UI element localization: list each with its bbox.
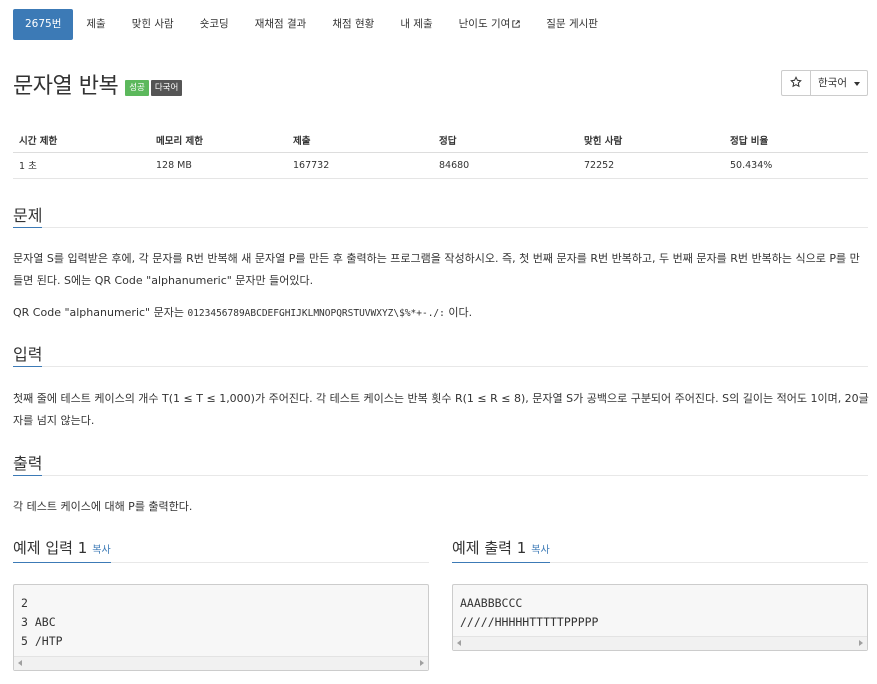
output-section-header: 출력	[13, 450, 868, 476]
scroll-right-icon[interactable]	[859, 640, 863, 646]
sample-output-block[interactable]: AAABBBCCC /////HHHHHTTTTTPPPPP	[452, 584, 868, 651]
accepted-value: 84680	[433, 152, 578, 179]
output-heading: 출력	[13, 450, 43, 476]
description-text: 문자열 S를 입력받은 후에, 각 문자를 R번 반복해 새 문자열 P를 만든…	[13, 252, 860, 287]
input-text: 첫째 줄에 테스트 케이스의 개수 T(1 ≤ T ≤ 1,000)가 주어진다…	[13, 392, 869, 427]
language-select-value: 한국어	[818, 77, 847, 89]
output-text: 각 테스트 케이스에 대해 P를 출력한다.	[13, 500, 193, 513]
external-link-icon	[512, 20, 520, 28]
sample-output-header: 예제 출력 1 복사	[452, 537, 868, 563]
code-line: 5 /HTP	[21, 634, 63, 648]
star-outline-icon	[790, 76, 802, 88]
sample-output-title: 예제 출력 1	[452, 539, 527, 557]
copy-sample-output-button[interactable]: 복사	[531, 545, 549, 556]
sample-input-heading: 예제 입력 1 복사	[13, 537, 111, 563]
scroll-left-icon[interactable]	[18, 660, 22, 666]
tab-submit[interactable]: 제출	[73, 9, 118, 40]
solved-users-value: 72252	[578, 152, 724, 179]
header-submissions: 제출	[287, 128, 433, 153]
sample-output-heading: 예제 출력 1 복사	[452, 537, 550, 563]
submissions-value: 167732	[287, 152, 433, 179]
sample-output-lines: AAABBBCCC /////HHHHHTTTTTPPPPP	[453, 585, 867, 632]
tab-short-coding[interactable]: 숏코딩	[187, 9, 242, 40]
header-solved-users: 맞힌 사람	[578, 128, 724, 153]
problem-title: 문자열 반복	[13, 74, 119, 99]
alphanumeric-note: QR Code "alphanumeric" 문자는 0123456789ABC…	[13, 302, 869, 325]
tab-judge-status[interactable]: 채점 현황	[319, 9, 387, 40]
table-header-row: 시간 제한 메모리 제한 제출 정답 맞힌 사람 정답 비율	[13, 128, 868, 153]
sample-input-lines: 2 3 ABC 5 /HTP	[14, 585, 428, 651]
tab-difficulty-label: 난이도 기여	[458, 18, 511, 30]
language-select[interactable]: 한국어	[810, 70, 868, 96]
copy-sample-input-button[interactable]: 복사	[92, 545, 110, 556]
header-accept-ratio: 정답 비율	[724, 128, 868, 153]
description-heading: 문제	[13, 202, 43, 228]
tab-my-submissions[interactable]: 내 제출	[387, 9, 445, 40]
favorite-button[interactable]	[781, 70, 811, 96]
time-limit-value: 1 초	[13, 152, 150, 179]
alphanumeric-code: 0123456789ABCDEFGHIJKLMNOPQRSTUVWXYZ\$%*…	[187, 308, 445, 319]
tab-difficulty-contribution[interactable]: 난이도 기여	[446, 9, 534, 40]
header-memory-limit: 메모리 제한	[150, 128, 287, 153]
scroll-left-icon[interactable]	[457, 640, 461, 646]
input-section-header: 입력	[13, 341, 868, 367]
tab-solved-users[interactable]: 맞힌 사람	[119, 9, 187, 40]
code-line: AAABBBCCC	[460, 596, 523, 610]
problem-title-row: 문자열 반복 성공 다국어	[13, 68, 183, 100]
header-accepted: 정답	[433, 128, 578, 153]
horizontal-scrollbar[interactable]	[453, 636, 867, 650]
tab-problem[interactable]: 2675번	[13, 9, 74, 40]
alphanumeric-prefix: QR Code "alphanumeric" 문자는	[13, 306, 188, 319]
problem-nav-tabs: 2675번 제출 맞힌 사람 숏코딩 재채점 결과 채점 현황 내 제출 난이도…	[13, 9, 611, 40]
sample-input-header: 예제 입력 1 복사	[13, 537, 429, 563]
scroll-right-icon[interactable]	[420, 660, 424, 666]
problem-info-table: 시간 제한 메모리 제한 제출 정답 맞힌 사람 정답 비율 1 초 128 M…	[13, 128, 868, 179]
table-row: 1 초 128 MB 167732 84680 72252 50.434%	[13, 152, 868, 179]
status-badge: 성공	[125, 80, 149, 96]
sample-input-title: 예제 입력 1	[13, 539, 88, 557]
accept-ratio-value: 50.434%	[724, 152, 868, 179]
horizontal-scrollbar[interactable]	[14, 656, 428, 670]
code-line: 3 ABC	[21, 615, 56, 629]
tab-question-board[interactable]: 질문 게시판	[533, 9, 611, 40]
tab-rejudge-results[interactable]: 재채점 결과	[242, 9, 320, 40]
description-section-header: 문제	[13, 202, 868, 228]
header-time-limit: 시간 제한	[13, 128, 150, 153]
sample-input-block[interactable]: 2 3 ABC 5 /HTP	[13, 584, 429, 671]
language-badge: 다국어	[150, 80, 183, 96]
input-heading: 입력	[13, 341, 43, 367]
chevron-down-icon	[854, 82, 860, 86]
alphanumeric-suffix: 이다.	[444, 306, 473, 319]
code-line: 2	[21, 596, 28, 610]
code-line: /////HHHHHTTTTTPPPPP	[460, 615, 599, 629]
memory-limit-value: 128 MB	[150, 152, 287, 179]
